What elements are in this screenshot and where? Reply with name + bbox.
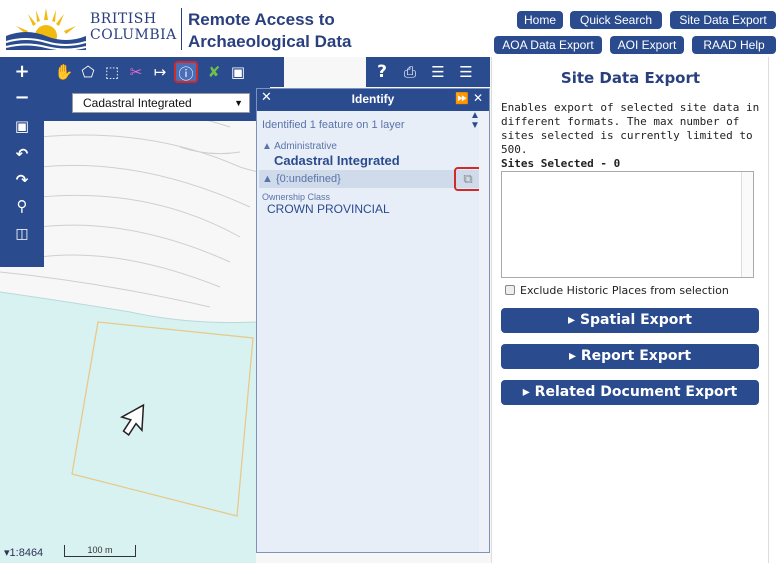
identify-header: ✕ Identify ⏩ ✕ xyxy=(257,89,489,111)
layer-select-value: Cadastral Integrated xyxy=(83,96,192,110)
spatial-export-button[interactable]: ▸ Spatial Export xyxy=(501,308,759,333)
export-panel-title: Site Data Export xyxy=(560,69,701,87)
measure-icon[interactable]: ↦ xyxy=(150,61,170,83)
app-title-line1: Remote Access to xyxy=(188,10,335,29)
report-export-button[interactable]: ▸ Report Export xyxy=(501,344,759,369)
save-icon[interactable]: ▣ xyxy=(228,61,248,83)
exclude-historic-places[interactable]: Exclude Historic Places from selection xyxy=(505,284,729,297)
help-icon[interactable]: ? xyxy=(372,61,392,83)
identify-icon[interactable]: ⓘ xyxy=(174,61,198,83)
layer-select-bar: Cadastral Integrated ▼ xyxy=(44,87,270,121)
page-scrollbar[interactable] xyxy=(768,57,783,563)
identify-field-value: CROWN PROVINCIAL xyxy=(267,202,390,216)
map-top-toolbar: ✋ ⬠ ⬚ ✂ ↦ ⓘ ✘ ▣ xyxy=(44,57,284,87)
app-title: Remote Access to Archaeological Data xyxy=(188,9,351,53)
site-data-export-panel: Site Data Export Enables export of selec… xyxy=(491,57,768,563)
identify-scrollbar[interactable] xyxy=(479,111,489,552)
zoom-in-icon[interactable]: + xyxy=(8,61,36,83)
raad-help-button[interactable]: RAAD Help xyxy=(692,36,776,54)
identify-group-label: Administrative xyxy=(274,141,337,152)
rectangle-select-icon[interactable]: ⬚ xyxy=(102,61,122,83)
layer-select[interactable]: Cadastral Integrated ▼ xyxy=(72,93,250,113)
pan-icon[interactable]: ✋ xyxy=(54,61,74,83)
exclude-historic-places-checkbox[interactable] xyxy=(505,285,515,295)
forward-icon[interactable]: ↷ xyxy=(8,169,36,191)
identify-group[interactable]: ▲ Administrative xyxy=(262,141,337,152)
zoom-extent-icon[interactable]: ▣ xyxy=(8,115,36,137)
export-panel-description: Enables export of selected site data in … xyxy=(501,101,760,156)
aoa-data-export-button[interactable]: AOA Data Export xyxy=(494,36,602,54)
exclude-historic-places-label: Exclude Historic Places from selection xyxy=(520,284,729,297)
chevron-down-icon: ▼ xyxy=(234,98,243,108)
identify-feature-label: {0:undefined} xyxy=(275,173,341,185)
map-top-right-toolbar: ? ⎙ ☰ ☰ xyxy=(366,57,490,87)
home-button[interactable]: Home xyxy=(517,11,563,29)
bc-sun-logo-icon xyxy=(6,6,86,50)
header: British Columbia Remote Access to Archae… xyxy=(0,0,783,57)
sites-selected-list[interactable] xyxy=(501,171,754,278)
related-document-export-button[interactable]: ▸ Related Document Export xyxy=(501,380,759,405)
back-icon[interactable]: ↶ xyxy=(8,143,36,165)
scale-bar: 100 m xyxy=(64,545,136,557)
print-icon[interactable]: ⎙ xyxy=(400,61,420,83)
sites-selected-label: Sites Selected - 0 xyxy=(501,157,621,170)
org-name-line1: British xyxy=(90,11,157,27)
close-panel-icon[interactable]: ✕ xyxy=(473,91,483,105)
book-icon[interactable]: ◫ xyxy=(8,223,36,245)
related-document-export-label: Related Document Export xyxy=(534,384,738,400)
sites-list-scrollbar[interactable] xyxy=(741,172,753,277)
quick-search-button[interactable]: Quick Search xyxy=(570,11,662,29)
identify-feature-row[interactable]: ▲ {0:undefined} xyxy=(259,170,479,188)
report-export-label: Report Export xyxy=(580,348,692,364)
search-icon[interactable]: ⚲ xyxy=(8,195,36,217)
org-name: British Columbia xyxy=(90,11,177,43)
map-left-toolbar: + − ▣ ↶ ↷ ⚲ ◫ xyxy=(0,57,44,267)
scale-text: ▾1:8464 xyxy=(4,547,44,559)
org-name-line2: Columbia xyxy=(90,27,177,43)
scale-value: 1:8464 xyxy=(9,547,44,559)
identify-field-label: Ownership Class xyxy=(262,192,331,202)
identify-panel: ✕ Identify ⏩ ✕ Identified 1 feature on 1… xyxy=(256,88,490,553)
identify-title: Identify xyxy=(351,92,395,106)
polygon-icon[interactable]: ⬠ xyxy=(78,61,98,83)
site-data-export-button[interactable]: Site Data Export xyxy=(670,11,776,29)
legend-icon[interactable]: ☰ xyxy=(428,61,448,83)
aoi-export-button[interactable]: AOI Export xyxy=(610,36,684,54)
eraser-icon[interactable]: ✂ xyxy=(126,61,146,83)
clear-icon[interactable]: ✘ xyxy=(204,61,224,83)
layers-icon[interactable]: ☰ xyxy=(456,61,476,83)
identify-summary: Identified 1 feature on 1 layer xyxy=(262,119,405,131)
zoom-out-icon[interactable]: − xyxy=(8,87,36,109)
spatial-export-label: Spatial Export xyxy=(579,312,692,328)
app-title-line2: Archaeological Data xyxy=(188,32,352,51)
header-divider xyxy=(181,8,182,50)
copy-icon[interactable]: ⧉ xyxy=(454,167,482,191)
fast-forward-icon[interactable]: ⏩ xyxy=(455,92,469,105)
identify-layer-name: Cadastral Integrated xyxy=(274,153,400,168)
